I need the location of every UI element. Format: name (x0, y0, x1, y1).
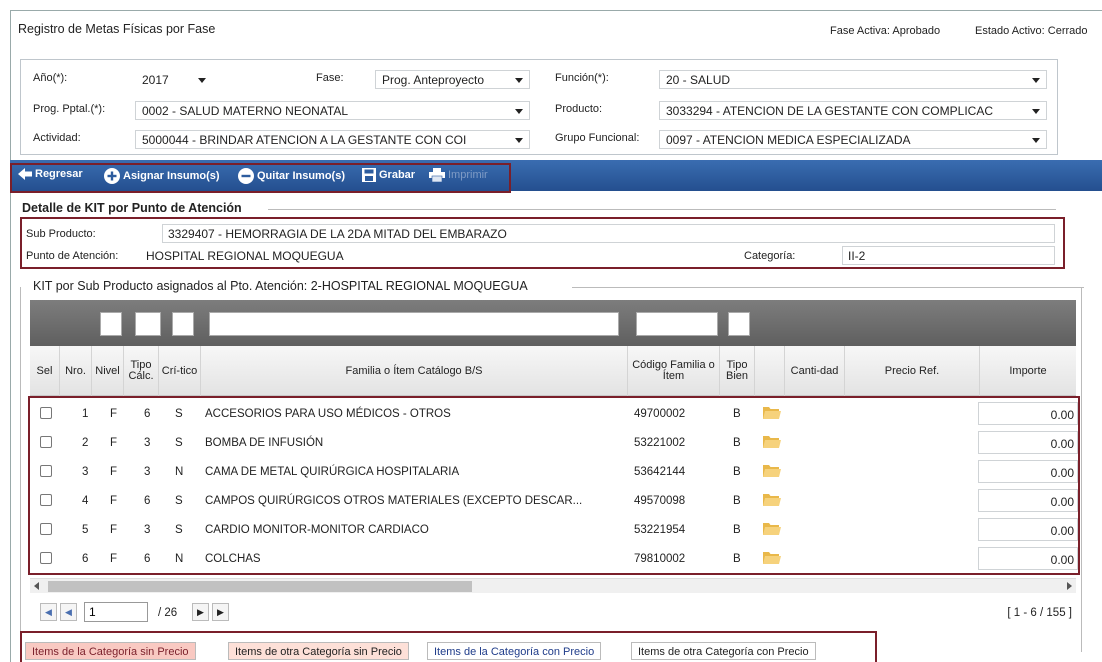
chevron-down-icon (1032, 109, 1040, 114)
pager: ◀ ◀ / 26 ▶ ▶ [ 1 - 6 / 155 ] (30, 600, 1076, 626)
familia-filter-input[interactable] (209, 312, 619, 336)
grid-filter-row (30, 300, 1076, 346)
col-folder (755, 346, 785, 396)
col-tipo-bien[interactable]: Tipo Bien (720, 346, 755, 396)
col-sel[interactable]: Sel (30, 346, 60, 396)
col-critico[interactable]: Crí-tico (159, 346, 201, 396)
prog-pptal-select[interactable]: 0002 - SALUD MATERNO NEONATAL (135, 101, 530, 120)
chevron-down-icon (515, 109, 523, 114)
legend-otra-categoria-con-precio: Items de otra Categoría con Precio (631, 642, 816, 660)
grupo-funcional-label: Grupo Funcional: (555, 132, 640, 144)
col-nivel[interactable]: Nivel (92, 346, 124, 396)
sub-producto-field: 3329407 - HEMORRAGIA DE LA 2DA MITAD DEL… (162, 224, 1055, 243)
rows-highlight-outline (28, 396, 1080, 575)
horizontal-scrollbar[interactable] (30, 578, 1076, 593)
legend-categoria-con-precio: Items de la Categoría con Precio (427, 642, 602, 660)
categoria-label: Categoría: (744, 250, 796, 262)
col-precio[interactable]: Precio Ref. (845, 346, 980, 396)
col-familia[interactable]: Familia o Ítem Catálogo B/S (201, 346, 628, 396)
punto-atencion-label: Punto de Atención: (26, 250, 119, 262)
prev-page-button[interactable]: ◀ (60, 603, 77, 621)
legend-divider (268, 209, 1056, 210)
actividad-label: Actividad: (33, 132, 81, 144)
funcion-select[interactable]: 20 - SALUD (659, 70, 1047, 89)
scroll-thumb[interactable] (48, 581, 472, 592)
punto-atencion-field: HOSPITAL REGIONAL MOQUEGUA (146, 249, 344, 263)
last-page-button[interactable]: ▶ (212, 603, 229, 621)
legend-otra-categoria-sin-precio: Items de otra Categoría sin Precio (228, 642, 409, 660)
tipo-bien-filter-input[interactable] (728, 312, 750, 336)
first-page-button[interactable]: ◀ (40, 603, 57, 621)
chevron-down-icon (198, 78, 206, 83)
actividad-select[interactable]: 5000044 - BRINDAR ATENCION A LA GESTANTE… (135, 130, 530, 149)
tipo-calc-filter-input[interactable] (135, 312, 161, 336)
fase-activa-status: Fase Activa: Aprobado (830, 25, 941, 37)
chevron-down-icon (515, 78, 523, 83)
chevron-down-icon (515, 138, 523, 143)
col-tipo-calc[interactable]: Tipo Cálc. (124, 346, 159, 396)
fase-label: Fase: (316, 72, 344, 84)
funcion-label: Función(*): (555, 72, 609, 84)
chevron-down-icon (1032, 78, 1040, 83)
page-title: Registro de Metas Físicas por Fase (18, 22, 216, 36)
categoria-field: II-2 (842, 246, 1055, 265)
fase-select[interactable]: Prog. Anteproyecto (375, 70, 530, 89)
scroll-right-icon[interactable] (1067, 582, 1072, 590)
next-page-button[interactable]: ▶ (192, 603, 209, 621)
critico-filter-input[interactable] (172, 312, 194, 336)
estado-activo-status: Estado Activo: Cerrado (975, 25, 1088, 37)
prog-pptal-label: Prog. Pptal.(*): (33, 103, 106, 115)
col-codigo[interactable]: Código Familia o Ítem (628, 346, 720, 396)
col-nro[interactable]: Nro. (60, 346, 92, 396)
anio-label: Año(*): (33, 72, 68, 84)
grupo-funcional-select[interactable]: 0097 - ATENCION MEDICA ESPECIALIZADA (659, 130, 1047, 149)
detalle-kit-panel: Sub Producto: 3329407 - HEMORRAGIA DE LA… (20, 217, 1065, 269)
col-cantidad[interactable]: Canti-dad (785, 346, 845, 396)
sub-producto-label: Sub Producto: (26, 228, 96, 240)
col-importe[interactable]: Importe (980, 346, 1076, 396)
toolbar-highlight-outline (10, 163, 511, 193)
nivel-filter-input[interactable] (100, 312, 122, 336)
grid-header-row: Sel Nro. Nivel Tipo Cálc. Crí-tico Famil… (30, 346, 1076, 396)
producto-label: Producto: (555, 103, 603, 115)
codigo-filter-input[interactable] (636, 312, 718, 336)
pager-info: [ 1 - 6 / 155 ] (1007, 607, 1072, 619)
total-pages: / 26 (158, 607, 178, 619)
title-bar: Registro de Metas Físicas por Fase Fase … (10, 14, 1102, 44)
anio-select[interactable]: 2017 (135, 70, 213, 89)
page-number-input[interactable] (84, 602, 148, 622)
producto-select[interactable]: 3033294 - ATENCION DE LA GESTANTE CON CO… (659, 101, 1047, 120)
legend-categoria-sin-precio: Items de la Categoría sin Precio (25, 642, 196, 660)
scroll-left-icon[interactable] (34, 582, 39, 590)
chevron-down-icon (1032, 138, 1040, 143)
detalle-legend: Detalle de KIT por Punto de Atención (22, 201, 242, 215)
filters-panel: Año(*): 2017 Fase: Prog. Anteproyecto Fu… (20, 59, 1058, 155)
